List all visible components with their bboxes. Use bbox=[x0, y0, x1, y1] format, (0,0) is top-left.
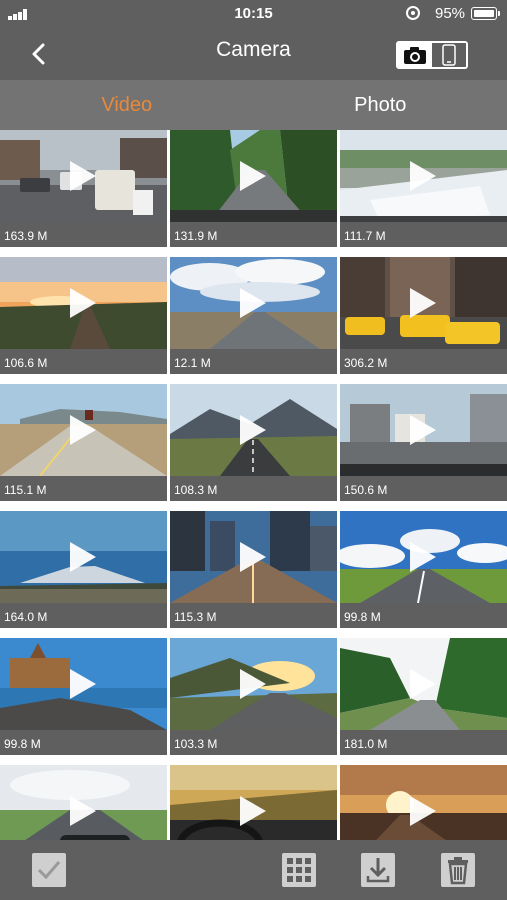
video-thumbnail[interactable] bbox=[340, 765, 507, 840]
file-size-label: 103.3 M bbox=[174, 737, 218, 751]
video-thumbnail[interactable]: 115.3 M bbox=[170, 511, 337, 628]
play-icon bbox=[240, 288, 266, 318]
video-thumbnail[interactable]: 131.9 M bbox=[170, 130, 337, 247]
file-size-label: 12.1 M bbox=[174, 356, 211, 370]
play-icon bbox=[70, 542, 96, 572]
video-thumbnail[interactable]: 99.8 M bbox=[340, 511, 507, 628]
battery-percent: 95% bbox=[435, 5, 466, 22]
file-size-label: 99.8 M bbox=[4, 737, 41, 751]
video-thumbnail[interactable]: 108.3 M bbox=[170, 384, 337, 501]
video-thumbnail[interactable] bbox=[0, 765, 167, 840]
file-size-label: 99.8 M bbox=[344, 610, 381, 624]
video-thumbnail[interactable]: 164.0 M bbox=[0, 511, 167, 628]
download-button[interactable] bbox=[360, 852, 396, 888]
file-size-label: 106.6 M bbox=[4, 356, 48, 370]
play-icon bbox=[410, 542, 436, 572]
video-grid: 163.9 M 131.9 M 111.7 M 106.6 M 12.1 M 306.2 … bbox=[0, 130, 507, 840]
camera-icon bbox=[404, 47, 426, 64]
play-icon bbox=[240, 161, 266, 191]
file-size-label: 181.0 M bbox=[344, 737, 388, 751]
status-bar: 10:15 95% bbox=[0, 0, 507, 28]
camera-mode-button[interactable] bbox=[398, 43, 432, 67]
phone-icon bbox=[442, 44, 456, 66]
app-screen: 10:15 95% Camera Video Photo 163.9 M 131… bbox=[0, 0, 507, 900]
camera-mode-toggle[interactable] bbox=[396, 41, 468, 69]
play-icon bbox=[410, 796, 436, 826]
video-thumbnail[interactable]: 163.9 M bbox=[0, 130, 167, 247]
checkmark-icon bbox=[32, 853, 66, 887]
video-thumbnail[interactable]: 306.2 M bbox=[340, 257, 507, 374]
file-size-label: 111.7 M bbox=[344, 229, 386, 243]
battery-icon bbox=[471, 7, 500, 20]
play-icon bbox=[240, 796, 266, 826]
play-icon bbox=[240, 669, 266, 699]
status-time: 10:15 bbox=[234, 5, 273, 22]
play-icon bbox=[70, 669, 96, 699]
video-thumbnail[interactable] bbox=[170, 765, 337, 840]
file-size-label: 108.3 M bbox=[174, 483, 218, 497]
video-thumbnail[interactable]: 12.1 M bbox=[170, 257, 337, 374]
file-size-label: 306.2 M bbox=[344, 356, 388, 370]
grid-view-button[interactable] bbox=[281, 852, 317, 888]
delete-button[interactable] bbox=[440, 852, 476, 888]
trash-icon bbox=[441, 853, 475, 887]
file-size-label: 115.1 M bbox=[4, 483, 47, 497]
rotation-lock-icon bbox=[406, 6, 420, 20]
play-icon bbox=[70, 796, 96, 826]
tab-video[interactable]: Video bbox=[0, 80, 254, 130]
video-thumbnail[interactable]: 103.3 M bbox=[170, 638, 337, 755]
video-thumbnail[interactable]: 106.6 M bbox=[0, 257, 167, 374]
phone-mode-button[interactable] bbox=[432, 43, 466, 67]
play-icon bbox=[240, 415, 266, 445]
video-thumbnail[interactable]: 111.7 M bbox=[340, 130, 507, 247]
play-icon bbox=[410, 415, 436, 445]
play-icon bbox=[410, 288, 436, 318]
select-button[interactable] bbox=[31, 852, 67, 888]
play-icon bbox=[70, 161, 96, 191]
video-thumbnail[interactable]: 99.8 M bbox=[0, 638, 167, 755]
tab-photo[interactable]: Photo bbox=[254, 80, 507, 130]
file-size-label: 131.9 M bbox=[174, 229, 218, 243]
video-thumbnail[interactable]: 181.0 M bbox=[340, 638, 507, 755]
play-icon bbox=[240, 542, 266, 572]
play-icon bbox=[410, 669, 436, 699]
play-icon bbox=[70, 415, 96, 445]
play-icon bbox=[410, 161, 436, 191]
file-size-label: 115.3 M bbox=[174, 610, 217, 624]
bottom-toolbar bbox=[0, 840, 507, 900]
file-size-label: 164.0 M bbox=[4, 610, 48, 624]
media-tabs: Video Photo bbox=[0, 80, 507, 130]
download-icon bbox=[361, 853, 395, 887]
video-thumbnail[interactable]: 150.6 M bbox=[340, 384, 507, 501]
nav-bar: Camera bbox=[0, 28, 507, 80]
video-thumbnail[interactable]: 115.1 M bbox=[0, 384, 167, 501]
play-icon bbox=[70, 288, 96, 318]
grid-icon bbox=[282, 853, 316, 887]
file-size-label: 163.9 M bbox=[4, 229, 48, 243]
file-size-label: 150.6 M bbox=[344, 483, 388, 497]
